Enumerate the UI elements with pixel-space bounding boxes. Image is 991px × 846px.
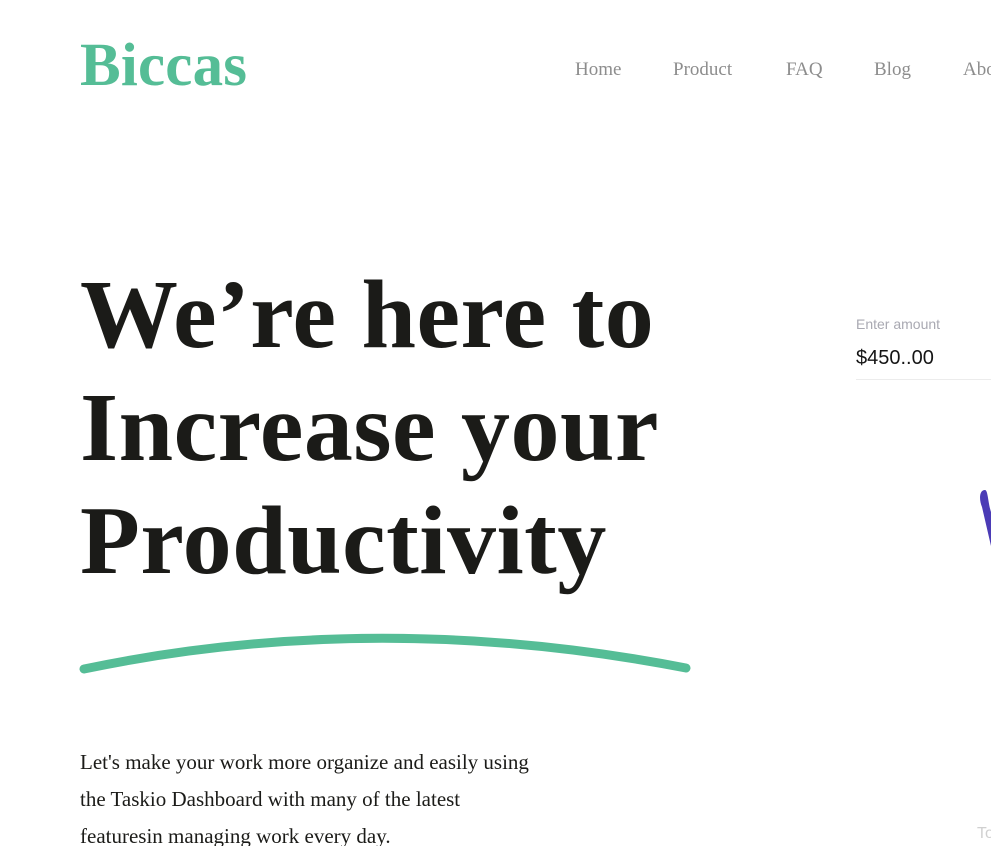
nav-blog[interactable]: Blog: [874, 58, 911, 82]
purple-shape-icon: [980, 490, 991, 546]
nav-home[interactable]: Home: [575, 58, 621, 82]
hero-description-line-1: Let's make your work more organize and e…: [80, 750, 529, 774]
hero-title-line-3: Productivity: [80, 487, 607, 595]
nav-about[interactable]: Abo: [963, 58, 991, 82]
hero-title-line-2: Increase your: [80, 374, 659, 482]
hero-title: We’re here to Increase your Productivity: [80, 259, 659, 598]
amount-label: Enter amount: [856, 316, 941, 332]
hero-description: Let's make your work more organize and e…: [80, 744, 580, 846]
nav-product[interactable]: Product: [673, 58, 732, 82]
nav-faq[interactable]: FAQ: [786, 58, 823, 82]
curved-underline-icon: [79, 633, 691, 674]
partial-text: To: [977, 825, 991, 842]
hero-title-line-1: We’re here to: [80, 261, 655, 369]
hero-description-line-2: the Taskio Dashboard with many of the la…: [80, 787, 461, 811]
main-navigation: Home Product FAQ Blog Abo: [0, 58, 991, 82]
amount-input-card: Enter amount: [856, 312, 991, 380]
amount-input[interactable]: [856, 346, 991, 370]
hero-description-line-3: featuresin managing work every day.: [80, 824, 391, 846]
